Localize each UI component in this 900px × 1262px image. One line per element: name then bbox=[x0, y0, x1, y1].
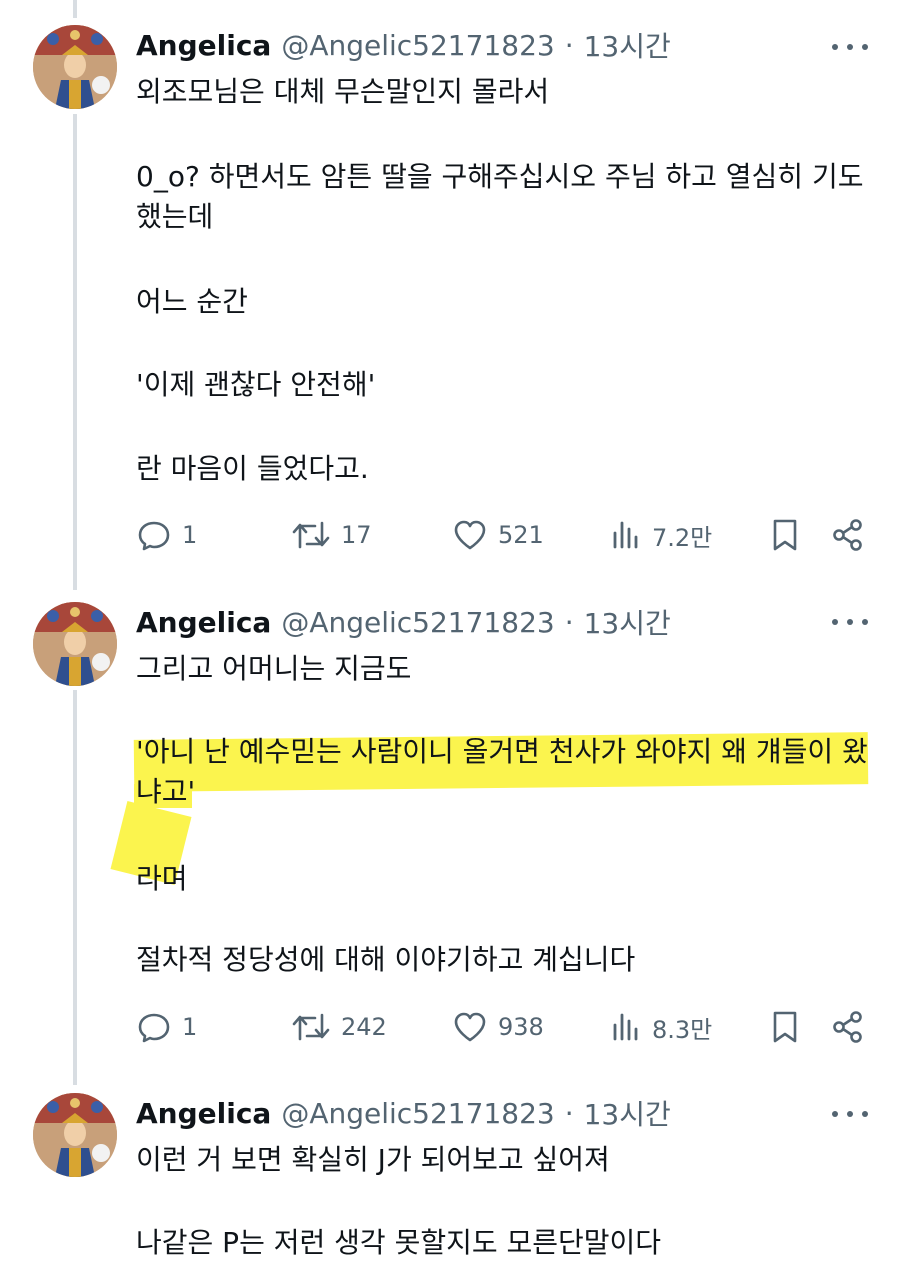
author-handle[interactable]: @Angelic52171823 bbox=[281, 1097, 554, 1130]
more-icon[interactable] bbox=[832, 37, 868, 57]
tweet-text-line: 절차적 정당성에 대해 이야기하고 계십니다 bbox=[136, 943, 636, 976]
avatar-image bbox=[33, 1093, 117, 1177]
views-button[interactable]: 7.2만 bbox=[610, 515, 712, 555]
views-count: 8.3만 bbox=[652, 1015, 713, 1044]
share-icon bbox=[833, 1011, 862, 1043]
thread-connector bbox=[73, 0, 77, 18]
separator-dot: · bbox=[564, 1096, 574, 1130]
reply-button[interactable]: 1 bbox=[136, 515, 197, 555]
author-handle[interactable]: @Angelic52171823 bbox=[281, 606, 554, 639]
bookmark-icon bbox=[773, 519, 797, 551]
repost-icon bbox=[292, 1013, 330, 1041]
repost-button[interactable]: 242 bbox=[291, 1007, 387, 1047]
author-handle[interactable]: @Angelic52171823 bbox=[281, 29, 554, 62]
avatar[interactable] bbox=[33, 25, 117, 109]
like-count: 938 bbox=[498, 1013, 544, 1041]
repost-button[interactable]: 17 bbox=[291, 515, 372, 555]
like-icon bbox=[454, 1012, 486, 1042]
reply-count: 1 bbox=[182, 1013, 198, 1041]
tweet-text-line: 그리고 어머니는 지금도 bbox=[136, 652, 412, 685]
tweet-header: Angelica @Angelic52171823 · 13시간 bbox=[136, 25, 671, 65]
views-icon bbox=[613, 521, 638, 549]
like-icon bbox=[454, 520, 486, 550]
like-button[interactable]: 521 bbox=[452, 515, 544, 555]
tweet-text-line: '이제 괜찮다 안전해' bbox=[136, 368, 376, 401]
author-name[interactable]: Angelica bbox=[136, 606, 271, 639]
bookmark-icon bbox=[773, 1011, 797, 1043]
tweet-actions: 1 242 938 8.3만 bbox=[136, 1007, 870, 1047]
share-button[interactable] bbox=[830, 515, 866, 555]
avatar-image bbox=[33, 25, 117, 109]
avatar[interactable] bbox=[33, 602, 117, 686]
separator-dot: · bbox=[564, 28, 574, 62]
timestamp[interactable]: 13시간 bbox=[584, 25, 671, 65]
share-button[interactable] bbox=[830, 1007, 866, 1047]
share-icon bbox=[833, 519, 862, 551]
tweet-header: Angelica @Angelic52171823 · 13시간 bbox=[136, 602, 671, 642]
reply-icon bbox=[138, 1013, 170, 1043]
tweet-text-line: 이런 거 보면 확실히 J가 되어보고 싶어져 bbox=[136, 1143, 610, 1176]
repost-count: 17 bbox=[341, 521, 372, 549]
avatar[interactable] bbox=[33, 1093, 117, 1177]
author-name[interactable]: Angelica bbox=[136, 29, 271, 62]
tweet-text-line: 했는데 bbox=[136, 200, 214, 233]
more-icon[interactable] bbox=[832, 1104, 868, 1124]
tweet-text-line: 란 마음이 들었다고. bbox=[136, 452, 369, 485]
tweet-header: Angelica @Angelic52171823 · 13시간 bbox=[136, 1093, 671, 1133]
separator-dot: · bbox=[564, 605, 574, 639]
bookmark-button[interactable] bbox=[768, 515, 802, 555]
thread-connector bbox=[73, 114, 77, 590]
tweet-actions: 1 17 521 7.2만 bbox=[136, 515, 870, 555]
timestamp[interactable]: 13시간 bbox=[584, 602, 671, 642]
like-button[interactable]: 938 bbox=[452, 1007, 544, 1047]
more-icon[interactable] bbox=[832, 612, 868, 632]
reply-button[interactable]: 1 bbox=[136, 1007, 197, 1047]
timestamp[interactable]: 13시간 bbox=[584, 1093, 671, 1133]
repost-count: 242 bbox=[341, 1013, 387, 1041]
thread-connector bbox=[73, 690, 77, 1085]
reply-icon bbox=[138, 521, 170, 551]
views-count: 7.2만 bbox=[652, 523, 713, 552]
tweet-text-line: 외조모님은 대체 무슨말인지 몰라서 bbox=[136, 75, 550, 108]
views-icon bbox=[613, 1013, 638, 1041]
avatar-image bbox=[33, 602, 117, 686]
repost-icon bbox=[292, 521, 330, 549]
tweet-text-line: 나같은 P는 저런 생각 못할지도 모른단말이다 bbox=[136, 1226, 662, 1259]
views-button[interactable]: 8.3만 bbox=[610, 1007, 712, 1047]
author-name[interactable]: Angelica bbox=[136, 1097, 271, 1130]
tweet-text-line: 0_o? 하면서도 암튼 딸을 구해주십시오 주님 하고 열심히 기도 bbox=[136, 160, 864, 193]
reply-count: 1 bbox=[182, 521, 198, 549]
tweet-text-line: 라며 bbox=[136, 862, 188, 895]
bookmark-button[interactable] bbox=[768, 1007, 802, 1047]
like-count: 521 bbox=[498, 521, 544, 549]
tweet-text-line: 어느 순간 bbox=[136, 285, 248, 318]
tweet-text-line: 냐고' bbox=[136, 775, 196, 808]
tweet-text-line: '아니 난 예수믿는 사람이니 올거면 천사가 와야지 왜 걔들이 왔 bbox=[136, 735, 868, 768]
